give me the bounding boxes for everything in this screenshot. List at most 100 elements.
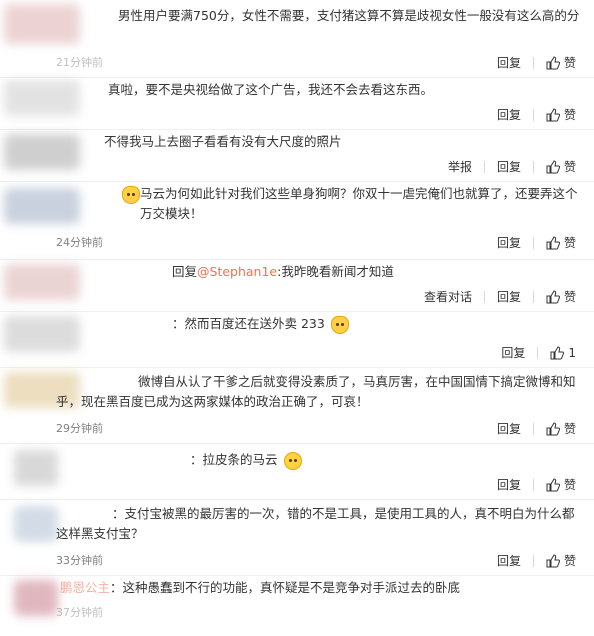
thumbs-up-icon (546, 159, 560, 173)
mention-link[interactable]: @Stephan1e (197, 264, 277, 279)
comment-actions: 回复 赞 (497, 420, 576, 437)
like-button[interactable]: 1 (550, 346, 576, 360)
comment-text: ：支付宝被黑的最厉害的一次，错的不是工具，是使用工具的人，真不明白为什么都这样黑… (56, 506, 575, 541)
smile-emoji-icon (283, 451, 302, 470)
divider (483, 160, 485, 173)
like-label: 赞 (563, 160, 576, 174)
comment-text: 男性用户要满750分，女性不需要，支付猪这算不算是歧视女性一般没有这么高的分 (118, 8, 580, 23)
avatar[interactable] (14, 450, 58, 486)
comment-item: ：拉皮条的马云 回复 赞 (0, 444, 594, 500)
reply-button[interactable]: 回复 (497, 552, 521, 569)
comment-actions: 回复 赞 (497, 476, 576, 493)
reply-button[interactable]: 回复 (497, 54, 521, 71)
like-button[interactable]: 赞 (546, 420, 576, 437)
avatar[interactable] (4, 316, 80, 352)
comment-time: 21分钟前 (56, 56, 103, 69)
comment-author[interactable]: 鹏恩公主 (60, 580, 110, 595)
thumbs-up-icon (546, 55, 560, 69)
comment-item: ：然而百度还在送外卖 233 回复 1 (0, 312, 594, 368)
avatar[interactable] (4, 134, 80, 170)
report-button[interactable]: 举报 (448, 158, 472, 175)
comment-text: 鹏恩公主：这种愚蠢到不行的功能，真怀疑是不是竞争对手派过去的卧底 (60, 578, 580, 598)
comment-item: 男性用户要满750分，女性不需要，支付猪这算不算是歧视女性一般没有这么高的分 2… (0, 0, 594, 78)
reply-button[interactable]: 回复 (497, 106, 521, 123)
cat-emoji-icon (330, 315, 349, 334)
divider (483, 290, 485, 303)
thumbs-up-icon (546, 421, 560, 435)
reply-button[interactable]: 回复 (497, 476, 521, 493)
comment-text: 回复@Stephan1e:我昨晚看新闻才知道 (172, 262, 580, 282)
reply-button[interactable]: 回复 (497, 158, 521, 175)
divider (532, 422, 534, 435)
reply-button[interactable]: 回复 (501, 344, 525, 361)
like-button[interactable]: 赞 (546, 54, 576, 71)
comment-item: 回复@Stephan1e:我昨晚看新闻才知道 查看对话 回复 赞 (0, 260, 594, 312)
thumbs-up-icon (546, 107, 560, 121)
like-button[interactable]: 赞 (546, 552, 576, 569)
avatar[interactable] (4, 188, 80, 224)
like-label: 赞 (563, 478, 576, 492)
avatar[interactable] (14, 580, 58, 616)
like-button[interactable]: 赞 (546, 158, 576, 175)
comment-body: ：拉皮条的马云 (190, 452, 278, 467)
comment-text: ：拉皮条的马云 (190, 450, 580, 470)
avatar[interactable] (14, 506, 58, 542)
cat-emoji-icon (122, 186, 140, 204)
like-label: 赞 (563, 290, 576, 304)
comment-text: 微博自从认了干爹之后就变得没素质了，马真厉害，在中国国情下搞定微博和知乎，现在黑… (56, 374, 576, 409)
divider (532, 236, 534, 249)
like-count: 1 (568, 345, 576, 360)
avatar[interactable] (4, 264, 80, 300)
like-label: 赞 (563, 56, 576, 70)
comment-actions: 回复 1 (501, 344, 576, 361)
reply-button[interactable]: 回复 (497, 420, 521, 437)
like-button[interactable]: 赞 (546, 288, 576, 305)
thumbs-up-icon (546, 477, 560, 491)
comment-item: ：支付宝被黑的最厉害的一次，错的不是工具，是使用工具的人，真不明白为什么都这样黑… (0, 500, 594, 576)
divider (532, 56, 534, 69)
like-button[interactable]: 赞 (546, 106, 576, 123)
like-label: 赞 (563, 236, 576, 250)
comment-actions: 查看对话 回复 赞 (424, 288, 576, 305)
divider (532, 108, 534, 121)
comment-actions: 回复 赞 (497, 54, 576, 71)
like-button[interactable]: 赞 (546, 234, 576, 251)
avatar[interactable] (4, 4, 80, 44)
thumbs-up-icon (546, 235, 560, 249)
like-button[interactable]: 赞 (546, 476, 576, 493)
divider (532, 478, 534, 491)
comment-actions: 回复 赞 (497, 552, 576, 569)
comment-item: 鹏恩公主：这种愚蠢到不行的功能，真怀疑是不是竞争对手派过去的卧底 37分钟前 (0, 576, 594, 636)
like-label: 赞 (563, 108, 576, 122)
comment-body: 马云为何如此针对我们这些单身狗啊？你双十一虐完俺们也就算了，还要弄这个万交模块！ (140, 186, 578, 221)
avatar[interactable] (4, 80, 80, 116)
comment-text: ：然而百度还在送外卖 233 (172, 314, 580, 334)
reply-button[interactable]: 回复 (497, 288, 521, 305)
comment-text: 不得我马上去圈子看看有没有大尺度的照片 (104, 134, 342, 149)
comment-text: 马云为何如此针对我们这些单身狗啊？你双十一虐完俺们也就算了，还要弄这个万交模块！ (122, 184, 580, 224)
comment-time: 24分钟前 (56, 236, 103, 249)
view-conversation-button[interactable]: 查看对话 (424, 288, 472, 305)
divider (532, 160, 534, 173)
thumbs-up-icon (546, 289, 560, 303)
comment-item: 微博自从认了干爹之后就变得没素质了，马真厉害，在中国国情下搞定微博和知乎，现在黑… (0, 368, 594, 444)
reply-prefix: 回复 (172, 264, 198, 279)
comment-actions: 回复 赞 (497, 106, 576, 123)
reply-button[interactable]: 回复 (497, 234, 521, 251)
thumbs-up-icon (546, 553, 560, 567)
comment-time: 29分钟前 (56, 422, 103, 435)
divider (537, 346, 539, 359)
thumbs-up-icon (550, 345, 565, 359)
comment-body: ：这种愚蠢到不行的功能，真怀疑是不是竞争对手派过去的卧底 (110, 580, 461, 595)
comment-time: 37分钟前 (56, 606, 103, 619)
divider (532, 290, 534, 303)
comment-item: 马云为何如此针对我们这些单身狗啊？你双十一虐完俺们也就算了，还要弄这个万交模块！… (0, 182, 594, 260)
comment-text: 真啦，要不是央视给做了这个广告，我还不会去看这东西。 (108, 82, 434, 97)
like-label: 赞 (563, 554, 576, 568)
like-label: 赞 (563, 422, 576, 436)
comment-time: 33分钟前 (56, 554, 103, 567)
comment-actions: 举报 回复 赞 (448, 158, 576, 175)
comment-body: :我昨晚看新闻才知道 (277, 264, 394, 279)
comment-actions: 回复 赞 (497, 234, 576, 251)
comment-body: ：然而百度还在送外卖 233 (172, 316, 325, 331)
